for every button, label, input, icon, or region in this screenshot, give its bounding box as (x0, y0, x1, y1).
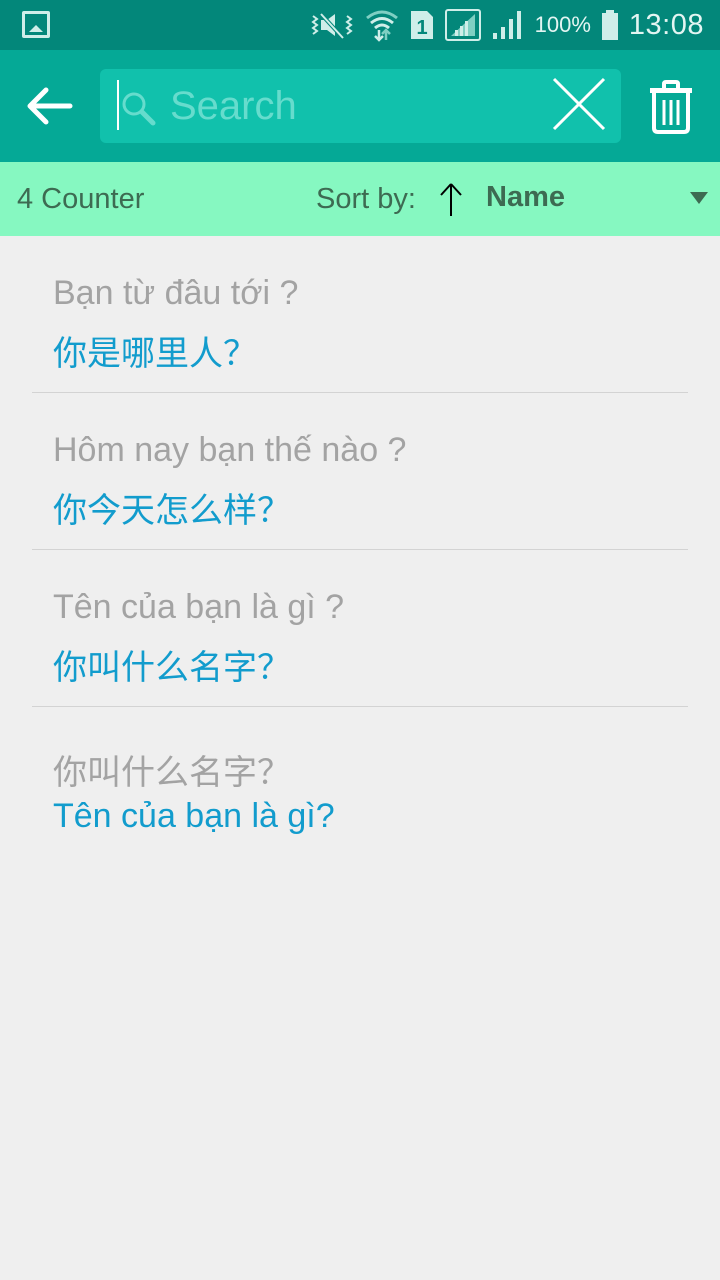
wifi-icon (365, 10, 398, 42)
text-cursor (117, 80, 119, 130)
sort-direction-toggle[interactable] (436, 182, 466, 218)
app-bar (0, 50, 720, 162)
signal-icon (492, 11, 521, 39)
back-button[interactable] (24, 84, 74, 128)
translation-text: 你叫什么名字？ (53, 649, 291, 687)
status-bar: 1 100% 13:08 (0, 0, 720, 50)
status-time: 13:08 (628, 8, 704, 41)
search-input[interactable] (170, 77, 540, 135)
sort-field-select[interactable]: Name (486, 181, 565, 214)
source-text: Tên của bạn là gì ? (53, 588, 345, 626)
signal-icon (444, 9, 481, 41)
phrase-list: Bạn từ đâu tới ? 你是哪里人？ Hôm nay bạn thế … (0, 236, 720, 864)
sort-bar: 4 Counter Sort by: Name (0, 162, 720, 236)
search-icon (122, 92, 156, 126)
battery-icon (601, 10, 618, 40)
battery-percent: 100% (534, 12, 591, 37)
clear-search-button[interactable] (550, 75, 608, 133)
sim-1-icon: 1 (410, 11, 433, 39)
list-item[interactable]: Hôm nay bạn thế nào ? 你今天怎么样？ (0, 393, 720, 550)
list-item[interactable]: Bạn từ đâu tới ? 你是哪里人？ (0, 236, 720, 393)
gallery-notification-icon (22, 11, 50, 38)
vibrate-mute-icon (310, 12, 353, 40)
trash-icon (650, 80, 692, 134)
close-icon (552, 77, 606, 131)
source-text: 你叫什么名字？ (53, 754, 291, 792)
arrow-left-icon (27, 87, 73, 125)
dropdown-arrow-icon[interactable] (690, 192, 708, 204)
list-item[interactable]: Tên của bạn là gì ? 你叫什么名字？ (0, 550, 720, 707)
status-icons: 1 100% 13:08 (309, 0, 704, 50)
svg-text:1: 1 (416, 17, 427, 39)
translation-text: Tên của bạn là gì? (53, 797, 335, 835)
delete-all-button[interactable] (648, 80, 694, 134)
item-counter: 4 Counter (17, 183, 145, 215)
translation-text: 你是哪里人？ (53, 335, 257, 373)
search-box[interactable] (100, 69, 621, 143)
list-item[interactable]: 你叫什么名字？ Tên của bạn là gì? (0, 707, 720, 864)
source-text: Bạn từ đâu tới ? (53, 274, 299, 312)
source-text: Hôm nay bạn thế nào ? (53, 431, 407, 469)
translation-text: 你今天怎么样？ (53, 492, 291, 530)
arrow-up-icon (440, 183, 462, 216)
sort-by-label: Sort by: (316, 183, 416, 215)
